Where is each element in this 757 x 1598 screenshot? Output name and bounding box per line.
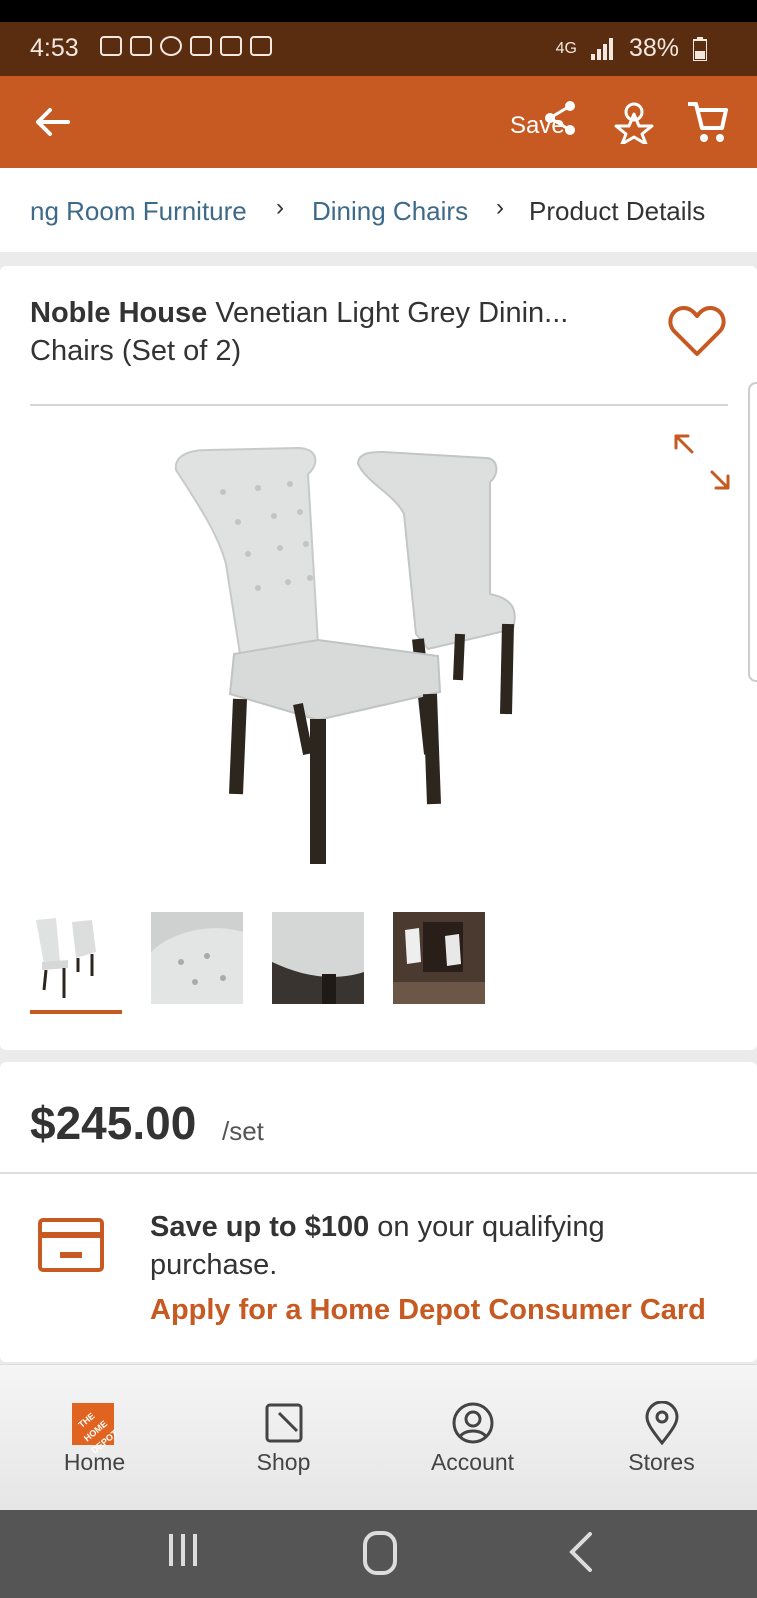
thumbnail-strip <box>30 912 485 1004</box>
breadcrumb: ng Room Furniture › Dining Chairs › Prod… <box>0 168 757 252</box>
battery-percent: 38% <box>628 34 679 62</box>
back-arrow-icon[interactable] <box>30 100 74 144</box>
notification-icon <box>220 36 242 56</box>
notification-icon <box>250 36 272 56</box>
price-card: $245.00 /set Save up to $100 on your qua… <box>0 1062 757 1362</box>
divider <box>30 404 728 406</box>
nav-home[interactable]: THE HOME DEPOT Home <box>0 1365 189 1511</box>
nav-account-label: Account <box>430 1449 515 1475</box>
chair-front-view <box>174 446 442 864</box>
nav-stores-label: Stores <box>628 1449 695 1475</box>
favorite-star-icon[interactable] <box>612 100 656 144</box>
network-type: 4G <box>555 39 577 57</box>
apply-card-link[interactable]: Apply for a Home Depot Consumer Card <box>150 1294 706 1327</box>
bottom-nav: THE HOME DEPOT Home Shop Account Stores <box>0 1364 757 1510</box>
recent-apps-icon[interactable] <box>166 1530 200 1570</box>
app-bar: Save <box>0 76 757 168</box>
credit-card-icon <box>38 1218 104 1272</box>
home-button-icon[interactable] <box>362 1530 398 1578</box>
nav-stores[interactable]: Stores <box>567 1365 756 1511</box>
back-nav-icon[interactable] <box>566 1530 596 1574</box>
thumbnail-2[interactable] <box>151 912 243 1004</box>
signal-icon <box>590 37 613 60</box>
battery-icon <box>693 36 707 61</box>
nav-account[interactable]: Account <box>378 1365 567 1511</box>
thumbnail-1[interactable] <box>30 912 122 1004</box>
promo-text: Save up to $100 on your qualifying purch… <box>150 1208 730 1284</box>
thumbnail-4[interactable] <box>393 912 485 1004</box>
status-time: 4:53 <box>30 34 79 62</box>
share-icon[interactable] <box>540 98 580 138</box>
product-title: Noble House Venetian Light Grey Dinin...… <box>30 294 630 370</box>
product-name: Venetian Light Grey Dinin... <box>215 297 569 329</box>
cart-icon[interactable] <box>686 98 730 144</box>
side-drawer-handle[interactable] <box>748 382 757 682</box>
notification-icon <box>130 36 152 56</box>
product-card: Noble House Venetian Light Grey Dinin...… <box>0 266 757 1050</box>
selected-thumbnail-indicator <box>30 1010 122 1014</box>
heart-icon[interactable] <box>668 304 726 358</box>
expand-icon[interactable] <box>672 432 732 492</box>
thumbnail-3[interactable] <box>272 912 364 1004</box>
nav-shop[interactable]: Shop <box>189 1365 378 1511</box>
notification-icon <box>100 36 122 56</box>
chevron-right-icon: › <box>276 194 284 221</box>
location-pin-icon <box>645 1401 679 1445</box>
nav-home-label: Home <box>63 1449 126 1475</box>
breadcrumb-link-living-room[interactable]: ng Room Furniture <box>30 196 247 227</box>
notification-icons <box>100 36 272 56</box>
divider <box>0 1172 757 1174</box>
product-price: $245.00 <box>30 1097 197 1149</box>
account-icon <box>452 1402 494 1444</box>
notification-icon <box>160 36 182 56</box>
product-name-line2: Chairs (Set of 2) <box>30 335 242 367</box>
status-bar: 4:53 4G 38% <box>0 0 757 76</box>
screen: 4:53 4G 38% Save ng Room Furniture › Din… <box>0 0 757 1598</box>
price-unit: /set <box>222 1116 264 1146</box>
chevron-right-icon: › <box>496 194 504 221</box>
nav-shop-label: Shop <box>256 1449 311 1475</box>
home-depot-logo-icon: THE HOME DEPOT <box>72 1403 120 1456</box>
product-brand[interactable]: Noble House <box>30 297 207 329</box>
product-main-image[interactable] <box>168 444 598 864</box>
system-nav-bar <box>0 1510 757 1598</box>
notification-icon <box>190 36 212 56</box>
shop-icon <box>265 1403 303 1443</box>
breadcrumb-link-dining-chairs[interactable]: Dining Chairs <box>312 196 468 227</box>
status-indicators: 4G 38% <box>556 34 707 63</box>
promo-highlight: Save up to $100 <box>150 1211 370 1243</box>
breadcrumb-current: Product Details <box>529 196 706 226</box>
